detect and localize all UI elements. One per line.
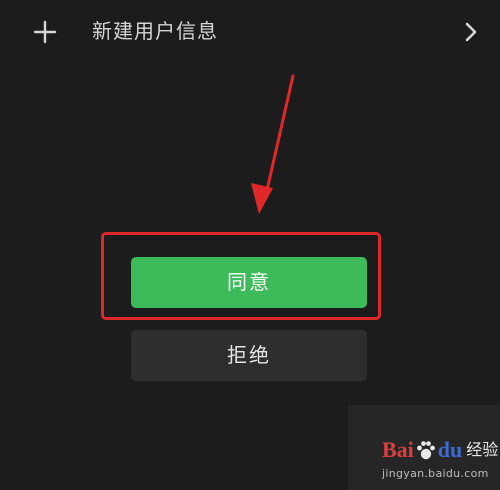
screen: 新建用户信息 同意 拒绝 Bai du 经验 jingyan.baidu.com xyxy=(0,0,500,490)
plus-icon xyxy=(33,20,57,44)
new-contact-row[interactable]: 新建用户信息 xyxy=(0,0,500,64)
chevron-right-icon xyxy=(465,22,477,42)
watermark-url: jingyan.baidu.com xyxy=(382,467,489,480)
watermark-jingyan: 经验 xyxy=(466,440,499,459)
agree-button[interactable]: 同意 xyxy=(131,257,367,308)
baidu-jingyan-watermark: Bai du 经验 jingyan.baidu.com xyxy=(348,405,500,490)
row-label: 新建用户信息 xyxy=(92,19,218,43)
reject-button[interactable]: 拒绝 xyxy=(131,330,367,381)
paw-icon xyxy=(416,441,435,460)
watermark-du: du xyxy=(437,437,463,462)
watermark-logo: Bai du 经验 xyxy=(382,435,498,465)
watermark-bai: Bai xyxy=(382,437,414,462)
